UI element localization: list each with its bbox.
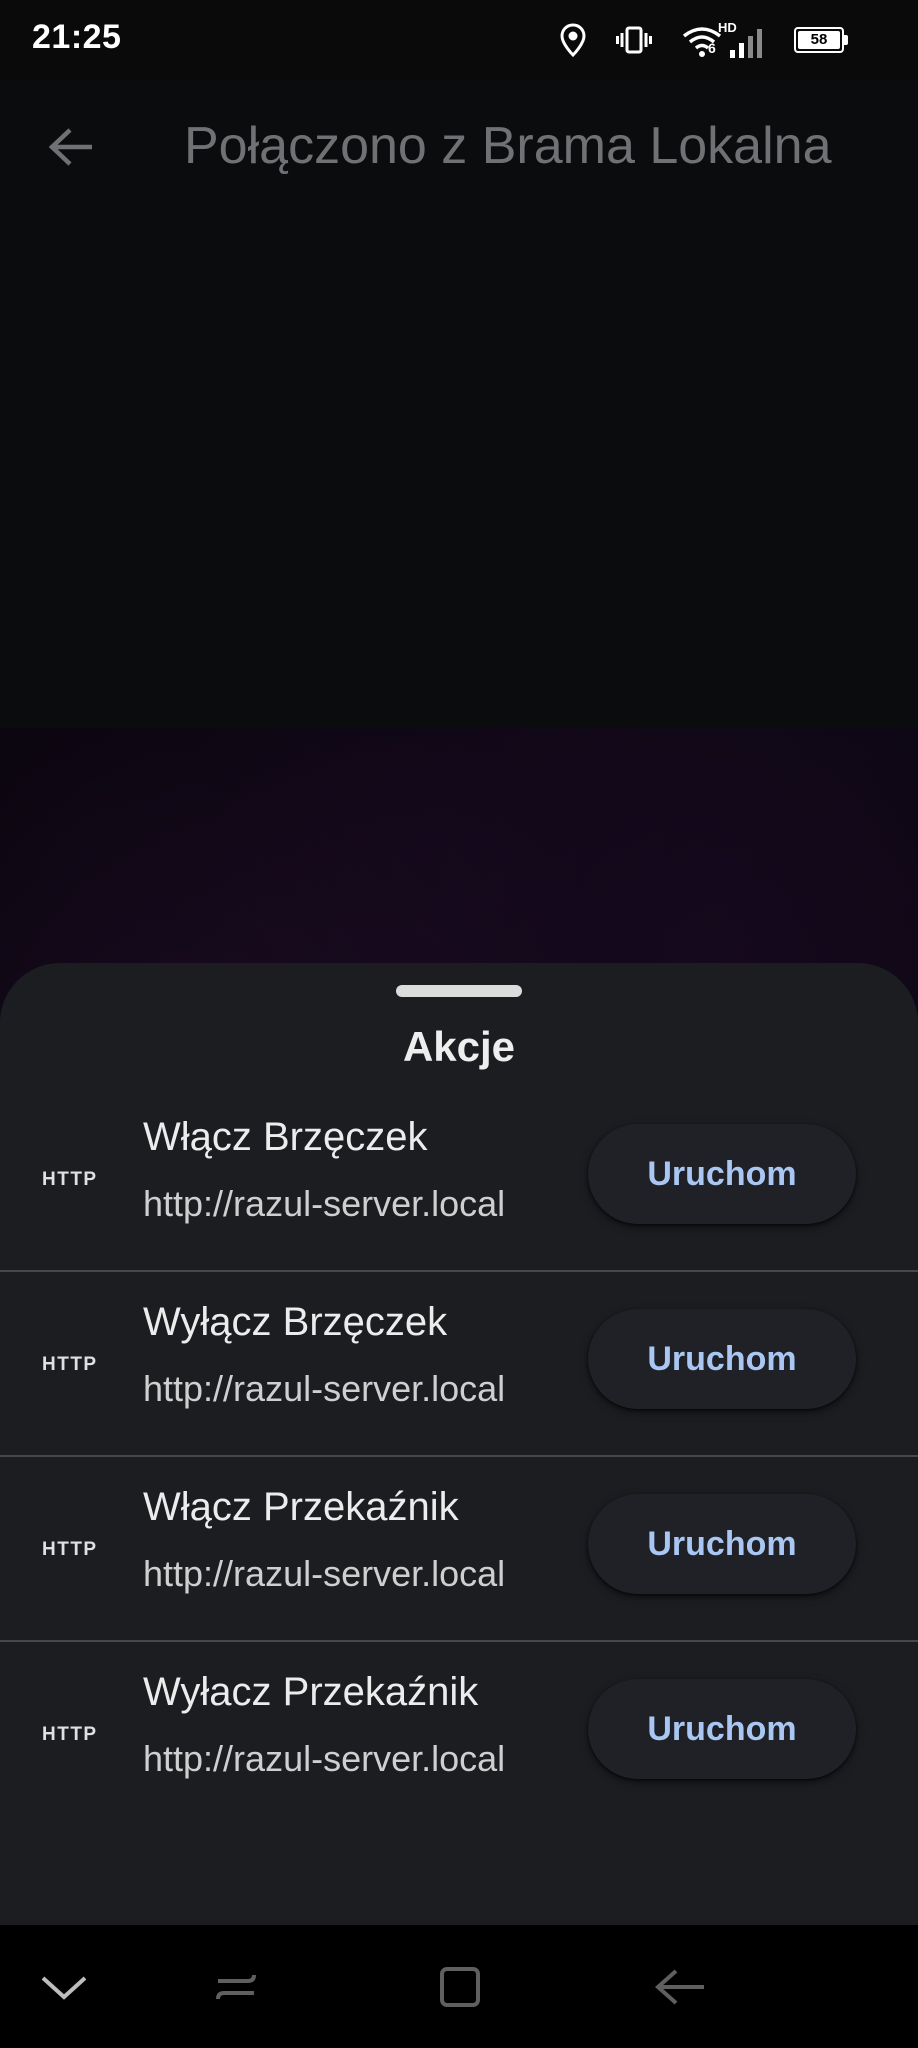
run-button[interactable]: Uruchom bbox=[588, 1309, 856, 1409]
sheet-title: Akcje bbox=[402, 1023, 516, 1070]
battery-cap bbox=[844, 35, 848, 45]
arrow-back-icon bbox=[48, 128, 92, 166]
action-list: HTTP Włącz Brzęczek http://razul-server.… bbox=[0, 1087, 918, 1827]
action-url: http://razul-server.local bbox=[143, 1738, 506, 1779]
drag-handle[interactable] bbox=[396, 985, 522, 997]
actions-bottom-sheet: Akcje HTTP Włącz Brzęczek http://razul-s… bbox=[0, 963, 918, 1925]
page-title: Połączono z Brama Lokalna bbox=[184, 117, 832, 175]
action-row: HTTP Wyłacz Przekaźnik http://razul-serv… bbox=[0, 1642, 918, 1827]
chevron-down-icon bbox=[41, 1976, 87, 2000]
vibrate-icon bbox=[616, 25, 652, 55]
wifi-generation-label: 6 bbox=[708, 40, 716, 56]
action-url: http://razul-server.local bbox=[143, 1183, 506, 1224]
background-screen: Połączono z Brama Lokalna bbox=[0, 80, 918, 728]
hide-keyboard-button[interactable] bbox=[14, 1925, 114, 2048]
status-icons: 6 HD 58 bbox=[560, 20, 848, 60]
home-icon bbox=[440, 1966, 480, 2007]
action-row: HTTP Włącz Brzęczek http://razul-server.… bbox=[0, 1087, 918, 1272]
system-nav-bar bbox=[0, 1925, 918, 2048]
action-row: HTTP Włącz Przekaźnik http://razul-serve… bbox=[0, 1457, 918, 1642]
run-button[interactable]: Uruchom bbox=[588, 1124, 856, 1224]
system-back-button[interactable] bbox=[630, 1925, 730, 2048]
back-button[interactable] bbox=[36, 112, 106, 182]
protocol-tag: HTTP bbox=[42, 1538, 98, 1560]
app-bar: Połączono z Brama Lokalna bbox=[0, 80, 918, 210]
status-time: 21:25 bbox=[32, 18, 122, 56]
action-url: http://razul-server.local bbox=[143, 1368, 506, 1409]
run-button[interactable]: Uruchom bbox=[588, 1679, 856, 1779]
protocol-tag: HTTP bbox=[42, 1168, 98, 1190]
recents-button[interactable] bbox=[186, 1925, 286, 2048]
signal-icon bbox=[730, 29, 762, 58]
wifi-icon bbox=[682, 27, 722, 57]
back-icon bbox=[654, 1969, 704, 2004]
status-bar: 21:25 6 HD 58 bbox=[0, 0, 918, 80]
action-name: Włącz Brzęczek bbox=[143, 1115, 428, 1159]
run-button[interactable]: Uruchom bbox=[588, 1494, 856, 1594]
action-name: Wyłacz Przekaźnik bbox=[143, 1670, 479, 1714]
recents-icon bbox=[216, 1974, 256, 1999]
wifi-signal-group: 6 HD bbox=[682, 20, 764, 58]
battery-level: 58 bbox=[798, 31, 840, 49]
protocol-tag: HTTP bbox=[42, 1353, 98, 1375]
protocol-tag: HTTP bbox=[42, 1723, 98, 1745]
action-name: Wyłącz Brzęczek bbox=[143, 1300, 448, 1344]
action-url: http://razul-server.local bbox=[143, 1553, 506, 1594]
battery-icon: 58 bbox=[794, 27, 848, 53]
action-name: Włącz Przekaźnik bbox=[143, 1485, 459, 1529]
home-button[interactable] bbox=[410, 1925, 510, 2048]
action-row: HTTP Wyłącz Brzęczek http://razul-server… bbox=[0, 1272, 918, 1457]
location-icon bbox=[560, 23, 586, 57]
